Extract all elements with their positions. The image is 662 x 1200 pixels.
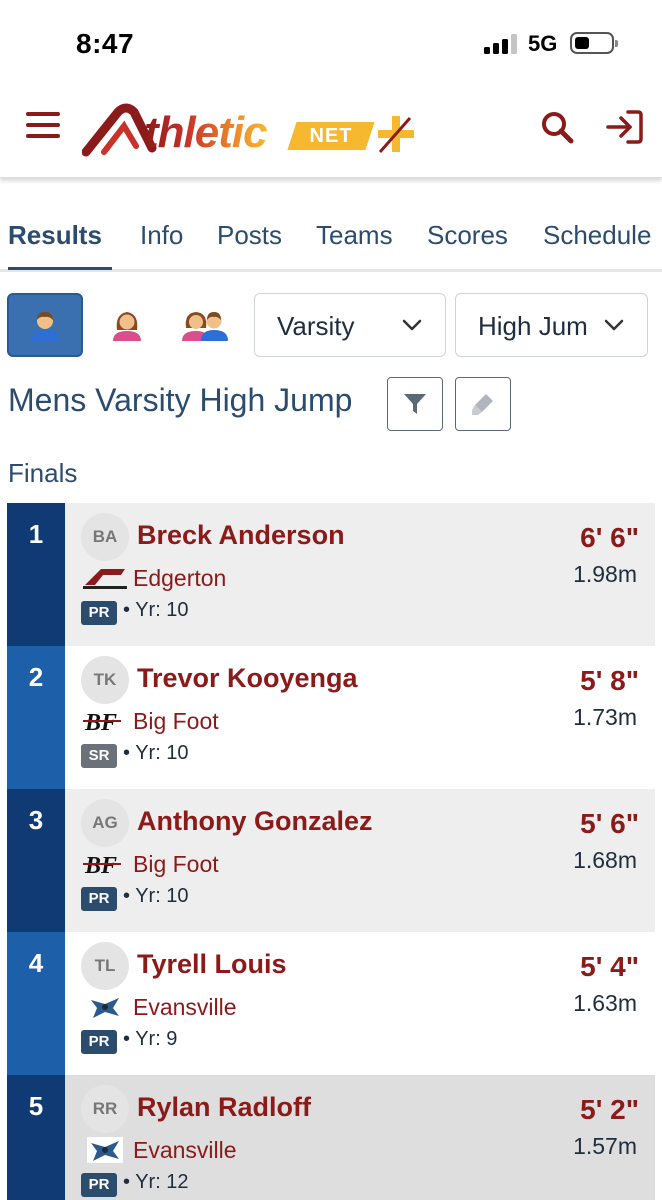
status-time: 8:47 — [76, 28, 135, 59]
place-column: 4 — [7, 932, 65, 1075]
athlete-name-link[interactable]: Trevor Kooyenga — [137, 663, 358, 694]
logo-text: thletic — [144, 108, 268, 157]
big-foot-logo-icon: BF — [83, 710, 121, 734]
place-column: 2 — [7, 646, 65, 789]
chevron-down-icon — [604, 319, 624, 331]
athlete-name-link[interactable]: Anthony Gonzalez — [137, 806, 373, 837]
result-row[interactable]: 2 TK Trevor Kooyenga BF Big Foot SR • Yr… — [7, 646, 655, 789]
tab-schedule[interactable]: Schedule — [543, 220, 651, 251]
grade-year: • Yr: 10 — [123, 885, 189, 907]
search-icon[interactable] — [540, 110, 574, 144]
event-title: Mens Varsity High Jump — [8, 382, 353, 418]
highlight-button[interactable] — [455, 377, 511, 431]
result-mark: 5' 8" — [580, 665, 639, 696]
both-genders-filter-button[interactable] — [167, 293, 243, 357]
both-genders-icon — [182, 312, 228, 341]
team-name-link[interactable]: Big Foot — [133, 708, 219, 735]
team-name-link[interactable]: Evansville — [133, 994, 237, 1021]
network-label: 5G — [528, 31, 558, 56]
place-number: 3 — [28, 805, 44, 835]
avatar: TL — [81, 942, 129, 990]
pr-badge: PR — [81, 601, 117, 625]
grade-year: • Yr: 9 — [123, 1028, 178, 1050]
filter-button[interactable] — [387, 377, 443, 431]
app-header: thletic NET — [0, 90, 662, 178]
evansville-logo-icon — [91, 998, 119, 1018]
chevron-down-icon — [402, 319, 422, 331]
result-metric: 1.73m — [573, 704, 637, 730]
result-metric: 1.57m — [573, 1133, 637, 1159]
athleticnet-logo[interactable]: thletic NET — [82, 102, 422, 158]
sr-badge: SR — [81, 744, 117, 768]
result-metric: 1.68m — [573, 847, 637, 873]
tab-results[interactable]: Results — [8, 220, 102, 251]
result-mark: 6' 6" — [580, 522, 639, 553]
avatar: AG — [81, 799, 129, 847]
result-row[interactable]: 5 RR Rylan Radloff Evansville PR • Yr: 1… — [7, 1075, 655, 1200]
big-foot-logo-icon: BF — [83, 853, 121, 877]
result-row[interactable]: 1 BA Breck Anderson Edgerton PR • Yr: 10… — [7, 503, 655, 646]
tab-teams[interactable]: Teams — [316, 220, 393, 251]
active-tab-indicator — [8, 267, 112, 270]
evansville-logo-icon — [87, 1137, 123, 1163]
tab-bar: Results Info Posts Teams Scores Schedule — [0, 214, 662, 272]
result-row[interactable]: 3 AG Anthony Gonzalez BF Big Foot PR • Y… — [7, 789, 655, 932]
grade-year: • Yr: 10 — [123, 742, 189, 764]
event-select[interactable]: High Jump — [455, 293, 648, 357]
battery-icon — [570, 32, 618, 54]
avatar: RR — [81, 1085, 129, 1133]
level-select[interactable]: Varsity — [254, 293, 446, 357]
athlete-name-link[interactable]: Breck Anderson — [137, 520, 345, 551]
avatar: TK — [81, 656, 129, 704]
result-row[interactable]: 4 TL Tyrell Louis Evansville PR • Yr: 9 … — [7, 932, 655, 1075]
level-select-value: Varsity — [277, 311, 355, 341]
result-mark: 5' 6" — [580, 808, 639, 839]
result-mark: 5' 2" — [580, 1094, 639, 1125]
result-metric: 1.63m — [573, 990, 637, 1016]
pr-badge: PR — [81, 1030, 117, 1054]
place-column: 1 — [7, 503, 65, 646]
plus-icon — [378, 116, 414, 153]
tab-info[interactable]: Info — [140, 220, 183, 251]
female-filter-button[interactable] — [89, 293, 165, 357]
login-icon[interactable] — [604, 108, 644, 146]
tab-posts[interactable]: Posts — [217, 220, 282, 251]
result-mark: 5' 4" — [580, 951, 639, 982]
team-name-link[interactable]: Big Foot — [133, 851, 219, 878]
event-select-value: High Jump — [478, 311, 588, 341]
male-filter-button[interactable] — [7, 293, 83, 357]
avatar: BA — [81, 513, 129, 561]
place-number: 5 — [28, 1091, 44, 1121]
pr-badge: PR — [81, 1173, 117, 1197]
pr-badge: PR — [81, 887, 117, 911]
signal-strength-icon — [484, 34, 518, 54]
status-bar: 8:47 5G — [0, 0, 662, 90]
athlete-name-link[interactable]: Tyrell Louis — [137, 949, 287, 980]
athlete-name-link[interactable]: Rylan Radloff — [137, 1092, 311, 1123]
edgerton-logo-icon — [83, 569, 127, 589]
grade-year: • Yr: 12 — [123, 1171, 189, 1193]
place-number: 2 — [28, 662, 44, 692]
results-list: 1 BA Breck Anderson Edgerton PR • Yr: 10… — [7, 503, 655, 1200]
logo-net-badge: NET — [287, 122, 375, 150]
hamburger-menu-icon[interactable] — [26, 110, 60, 140]
result-metric: 1.98m — [573, 561, 637, 587]
place-column: 3 — [7, 789, 65, 932]
female-icon — [113, 312, 141, 341]
team-name-link[interactable]: Edgerton — [133, 565, 226, 592]
tab-scores[interactable]: Scores — [427, 220, 508, 251]
section-label-finals: Finals — [8, 458, 78, 488]
place-column: 5 — [7, 1075, 65, 1200]
filter-icon — [404, 394, 426, 414]
highlighter-icon — [472, 394, 493, 415]
team-name-link[interactable]: Evansville — [133, 1137, 237, 1164]
male-icon — [31, 312, 59, 341]
place-number: 1 — [28, 519, 44, 549]
place-number: 4 — [28, 948, 44, 978]
grade-year: • Yr: 10 — [123, 599, 189, 621]
